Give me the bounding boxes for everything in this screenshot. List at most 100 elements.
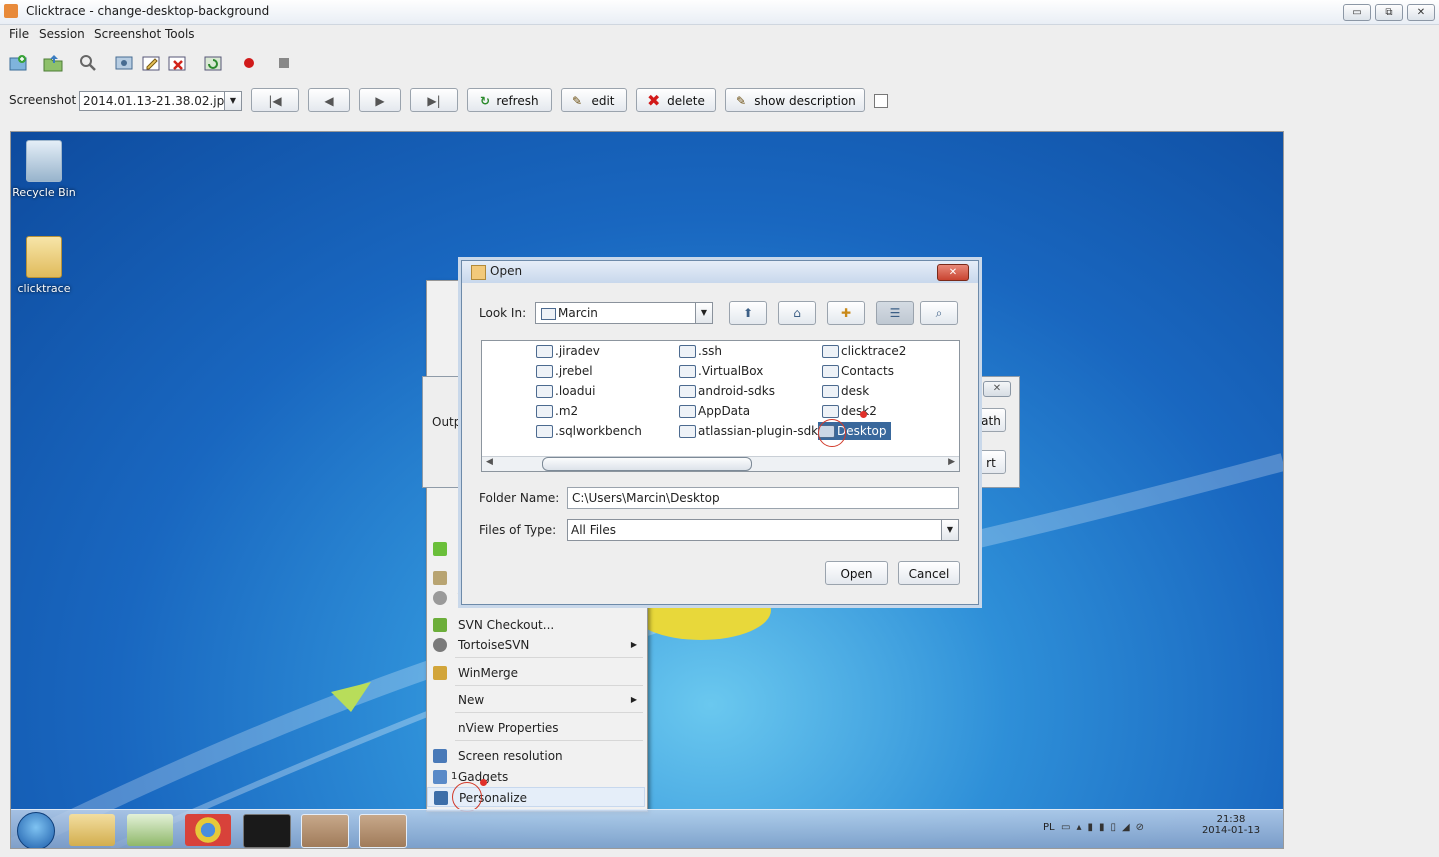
first-screenshot-button[interactable]: |◀ [251,88,299,112]
edit-button[interactable]: ✎ edit [561,88,627,112]
ctx-item-nview-properties[interactable]: nView Properties [427,718,645,738]
record-icon[interactable] [238,52,260,74]
close-button[interactable]: ✕ [1407,4,1435,21]
last-screenshot-button[interactable]: ▶| [410,88,458,112]
minimize-button[interactable]: ▭ [1343,4,1371,21]
file-item[interactable]: .jiradev [536,342,600,360]
language-indicator[interactable]: PL [1043,822,1055,833]
open-button[interactable]: Open [825,561,888,585]
search-icon[interactable] [77,52,99,74]
menu-bar: File Session Screenshot Tools [0,25,1439,45]
edit-doc-icon[interactable] [140,52,162,74]
tool-icon [433,591,447,605]
menu-file[interactable]: File [9,27,29,41]
ctx-item-new[interactable]: New ▶ [427,690,645,710]
home-icon[interactable]: ⌂ [778,301,816,325]
chrome-taskbar-icon[interactable] [185,814,231,846]
file-item[interactable]: .jrebel [536,362,593,380]
chevron-down-icon[interactable]: ▼ [224,92,241,110]
start-button-icon[interactable] [17,812,55,848]
file-item[interactable]: Contacts [822,362,894,380]
ctx-item-tortoisesvn[interactable]: TortoiseSVN ▶ [427,635,645,655]
scrollbar-thumb[interactable] [542,457,752,471]
ctx-separator [455,657,643,658]
open-folder-icon[interactable] [42,52,64,74]
add-session-icon[interactable] [7,52,29,74]
file-item[interactable]: clicktrace2 [822,342,906,360]
file-item[interactable]: .VirtualBox [679,362,763,380]
folder-name-label: Folder Name: [479,491,560,505]
ctx-label: WinMerge [458,666,518,680]
files-of-type-label: Files of Type: [479,523,557,537]
ctx-label: New [458,693,485,707]
tray-icons[interactable]: ▭▴▮▮▯◢⊘ [1061,822,1150,833]
next-screenshot-button[interactable]: ▶ [359,88,401,112]
nvidia-icon [433,542,447,556]
menu-screenshot[interactable]: Screenshot [94,27,161,41]
chevron-down-icon[interactable]: ▼ [695,303,712,323]
settings-icon[interactable] [113,52,135,74]
clicktrace-desktop-icon[interactable]: clicktrace [11,236,77,295]
cancel-button[interactable]: Cancel [898,561,960,585]
delete-button[interactable]: ✖ delete [636,88,716,112]
up-folder-icon[interactable]: ⬆ [729,301,767,325]
path-button[interactable]: ath [976,408,1006,432]
bg-dialog-close-icon[interactable]: ✕ [983,381,1011,397]
look-in-select[interactable]: Marcin ▼ [535,302,713,324]
screenshot-canvas: Recycle Bin clicktrace V S R R V N N T S… [10,131,1284,849]
horizontal-scrollbar[interactable]: ◀ ▶ [482,456,959,471]
folder-name-input[interactable]: C:\Users\Marcin\Desktop [567,487,959,509]
java-app-taskbar-icon[interactable] [301,814,349,848]
screenshot-select[interactable]: 2014.01.13-21.38.02.jpg ▼ [79,91,242,111]
main-toolbar [0,48,1439,78]
file-item[interactable]: .m2 [536,402,578,420]
explorer-taskbar-icon[interactable] [69,814,115,846]
recycle-bin-desktop-icon[interactable]: Recycle Bin [11,140,77,199]
file-item[interactable]: .sqlworkbench [536,422,642,440]
app-icon-small [433,571,447,585]
description-checkbox[interactable] [874,94,888,108]
ctx-separator [455,712,643,713]
file-item[interactable]: AppData [679,402,750,420]
open-dialog-title: Open [490,264,523,278]
scroll-left-icon[interactable]: ◀ [486,457,493,467]
restore-button[interactable]: ⧉ [1375,4,1403,21]
ctx-item-svn-checkout[interactable]: SVN Checkout... [427,615,645,635]
java-app-taskbar-icon[interactable] [359,814,407,848]
file-item[interactable]: .ssh [679,342,722,360]
scroll-right-icon[interactable]: ▶ [948,457,955,467]
ctx-item-screen-resolution[interactable]: Screen resolution [427,746,645,766]
file-item[interactable]: .loadui [536,382,595,400]
clock[interactable]: 21:38 2014-01-13 [1201,814,1261,836]
dialog-close-icon[interactable]: ✕ [937,264,969,281]
click-marker-circle [818,419,846,447]
menu-session[interactable]: Session [39,27,85,41]
details-view-icon[interactable]: ⌕ [920,301,958,325]
file-item[interactable]: atlassian-plugin-sdk [679,422,818,440]
ctx-label: nView Properties [458,721,559,735]
stop-icon[interactable] [273,52,295,74]
ctx-label: TortoiseSVN [458,638,530,652]
refresh-button[interactable]: ↻ refresh [467,88,552,112]
list-view-icon[interactable]: ☰ [876,301,914,325]
delete-icon[interactable] [166,52,188,74]
file-item[interactable]: desk2 [822,402,877,420]
open-file-dialog: Open ✕ Look In: Marcin ▼ ⬆ ⌂ ✚ ☰ ⌕ .jira… [461,260,979,605]
menu-tools[interactable]: Tools [165,27,195,41]
start-button[interactable]: rt [976,450,1006,474]
file-item[interactable]: desk [822,382,869,400]
clicktrace-label: clicktrace [17,282,71,295]
editor-taskbar-icon[interactable] [127,814,173,846]
clock-time: 21:38 [1216,814,1246,825]
console-taskbar-icon[interactable] [243,814,291,848]
files-of-type-select[interactable]: All Files ▼ [567,519,959,541]
new-folder-icon[interactable]: ✚ [827,301,865,325]
file-item[interactable]: android-sdks [679,382,775,400]
ctx-item-winmerge[interactable]: WinMerge [427,663,645,683]
recycle-bin-icon [26,140,62,182]
chevron-down-icon[interactable]: ▼ [941,520,958,540]
show-description-button[interactable]: ✎ show description [725,88,865,112]
refresh-capture-icon[interactable] [202,52,224,74]
prev-screenshot-button[interactable]: ◀ [308,88,350,112]
windows-taskbar: PL ▭▴▮▮▯◢⊘ 21:38 2014-01-13 [11,809,1283,848]
